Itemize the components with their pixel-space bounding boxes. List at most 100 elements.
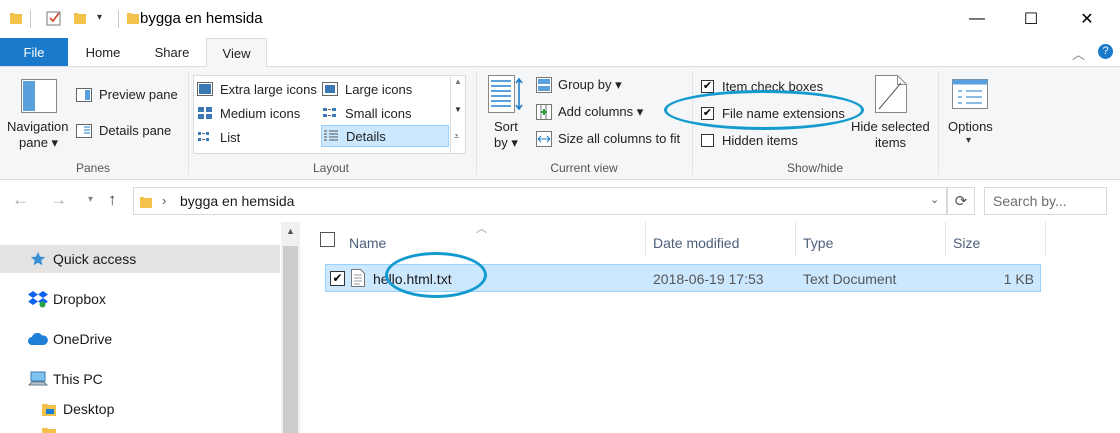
dropbox-icon: [28, 291, 48, 308]
star-icon: [30, 252, 46, 266]
group-by-button[interactable]: Group by ▾: [536, 75, 676, 95]
tab-home[interactable]: Home: [76, 38, 130, 67]
layout-gallery-scrollbar[interactable]: ▲ ▼ ⩡: [450, 75, 466, 154]
tab-share[interactable]: Share: [144, 38, 200, 67]
layout-list[interactable]: List: [197, 126, 320, 148]
navigation-pane-icon: [21, 79, 57, 113]
folder-icon: [140, 197, 152, 208]
search-box[interactable]: Search by...: [984, 187, 1107, 215]
recent-locations-icon[interactable]: ▾: [88, 194, 93, 205]
help-icon[interactable]: ?: [1098, 44, 1113, 59]
column-header-type[interactable]: Type: [803, 230, 833, 256]
item-check-boxes-checkbox[interactable]: ✔: [701, 80, 714, 93]
file-name[interactable]: hello.html.txt: [373, 271, 452, 287]
nav-item-desktop[interactable]: Desktop: [0, 395, 280, 423]
forward-arrow-icon[interactable]: →: [50, 190, 67, 210]
hide-selected-label-2: items: [875, 135, 907, 150]
layout-small-icons[interactable]: Small icons: [322, 102, 442, 124]
address-dropdown-icon[interactable]: ⌄: [930, 193, 939, 206]
layout-medium-icons[interactable]: Medium icons: [197, 102, 320, 124]
address-path[interactable]: bygga en hemsida: [180, 193, 294, 209]
preview-pane-button[interactable]: Preview pane: [76, 85, 186, 105]
properties-icon[interactable]: [46, 10, 62, 26]
column-header-size[interactable]: Size: [953, 230, 980, 256]
file-date-modified: 2018-06-19 17:53: [653, 271, 764, 287]
hide-selected-items-button[interactable]: Hide selected items: [848, 75, 934, 155]
folder-icon[interactable]: [10, 11, 22, 25]
navigation-pane-scrollbar[interactable]: ▲: [281, 222, 300, 433]
navigation-pane-button[interactable]: Navigation pane ▾: [6, 75, 72, 155]
navigation-pane: Quick access Dropbox OneDrive This PC De…: [0, 222, 280, 433]
layout-item-label: Medium icons: [220, 105, 301, 121]
gallery-expand-icon[interactable]: ⩡: [454, 131, 459, 142]
scroll-up-icon[interactable]: ▲: [286, 226, 295, 236]
nav-item-label: This PC: [53, 371, 103, 387]
cloud-icon: [28, 333, 48, 345]
tab-view[interactable]: View: [206, 38, 267, 68]
options-button[interactable]: Options ▾: [944, 75, 996, 155]
sort-by-button[interactable]: Sort by ▾: [486, 75, 526, 155]
hide-selected-label: Hide selected: [851, 119, 930, 134]
layout-large-icons[interactable]: Large icons: [322, 78, 442, 100]
preview-pane-label: Preview pane: [99, 87, 178, 102]
options-dropdown-icon: ▾: [966, 135, 972, 146]
hidden-items-toggle[interactable]: Hidden items: [700, 132, 840, 150]
nav-item-this-pc[interactable]: This PC: [0, 365, 280, 393]
file-name-extensions-checkbox[interactable]: ✔: [701, 107, 714, 120]
select-all-checkbox[interactable]: [320, 232, 335, 247]
search-input[interactable]: Search by...: [993, 193, 1067, 209]
options-label: Options: [948, 119, 993, 134]
scrollbar-thumb[interactable]: [283, 246, 298, 433]
separator: [692, 71, 693, 175]
nav-item-label: Dropbox: [53, 291, 106, 307]
separator: [30, 10, 31, 28]
customize-quick-access-icon[interactable]: ▾: [97, 12, 102, 23]
layout-item-label: Small icons: [345, 105, 412, 121]
column-header-date-modified[interactable]: Date modified: [653, 230, 739, 256]
scroll-down-icon[interactable]: ▼: [454, 105, 462, 114]
small-icons-icon: [323, 108, 336, 117]
hidden-items-checkbox[interactable]: [701, 134, 714, 147]
preview-pane-icon: [76, 88, 92, 102]
nav-item-quick-access[interactable]: Quick access: [0, 245, 280, 273]
close-button[interactable]: ✕: [1060, 0, 1114, 38]
new-folder-icon[interactable]: [74, 11, 86, 25]
tab-file[interactable]: File: [0, 38, 68, 66]
chevron-right-icon[interactable]: ›: [162, 193, 166, 208]
current-view-group-label: Current view: [550, 161, 618, 175]
text-document-icon: [351, 269, 365, 287]
column-separator[interactable]: [645, 222, 646, 256]
panes-group-label: Panes: [75, 161, 111, 175]
column-separator[interactable]: [795, 222, 796, 256]
add-columns-button[interactable]: Add columns ▾: [536, 102, 676, 122]
layout-extra-large-icons[interactable]: Extra large icons: [197, 78, 320, 100]
minimize-button[interactable]: —: [950, 0, 1004, 38]
scroll-up-icon[interactable]: ▲: [454, 77, 462, 86]
refresh-button[interactable]: ⟳: [947, 187, 975, 215]
item-check-boxes-toggle[interactable]: ✔ Item check boxes: [700, 78, 840, 96]
sort-by-icon: [488, 75, 523, 113]
column-separator[interactable]: [945, 222, 946, 256]
maximize-button[interactable]: ☐: [1004, 0, 1058, 38]
file-name-extensions-toggle[interactable]: ✔ File name extensions: [700, 105, 850, 123]
nav-item-dropbox[interactable]: Dropbox: [0, 285, 280, 313]
collapse-ribbon-icon[interactable]: ︿: [1072, 44, 1085, 63]
details-pane-button[interactable]: Details pane: [76, 121, 186, 141]
row-checkbox[interactable]: ✔: [330, 271, 345, 286]
nav-item-onedrive[interactable]: OneDrive: [0, 325, 280, 353]
up-arrow-icon[interactable]: ↑: [108, 190, 117, 210]
hidden-items-label: Hidden items: [722, 133, 798, 148]
column-header-name[interactable]: Name: [349, 230, 386, 256]
layout-details[interactable]: Details: [321, 125, 449, 147]
table-row[interactable]: ✔ hello.html.txt 2018-06-19 17:53 Text D…: [325, 264, 1041, 292]
item-check-boxes-label: Item check boxes: [722, 79, 824, 94]
group-by-label: Group by ▾: [558, 77, 622, 92]
column-separator[interactable]: [1045, 222, 1046, 256]
back-arrow-icon[interactable]: ←: [12, 190, 29, 210]
close-icon: ✕: [1080, 11, 1094, 28]
size-all-columns-button[interactable]: Size all columns to fit: [536, 129, 686, 149]
minimize-icon: —: [969, 10, 985, 27]
address-bar[interactable]: › bygga en hemsida ⌄: [133, 187, 947, 215]
layout-item-label: Large icons: [345, 81, 413, 97]
navigation-pane-label: Navigation: [7, 119, 69, 134]
